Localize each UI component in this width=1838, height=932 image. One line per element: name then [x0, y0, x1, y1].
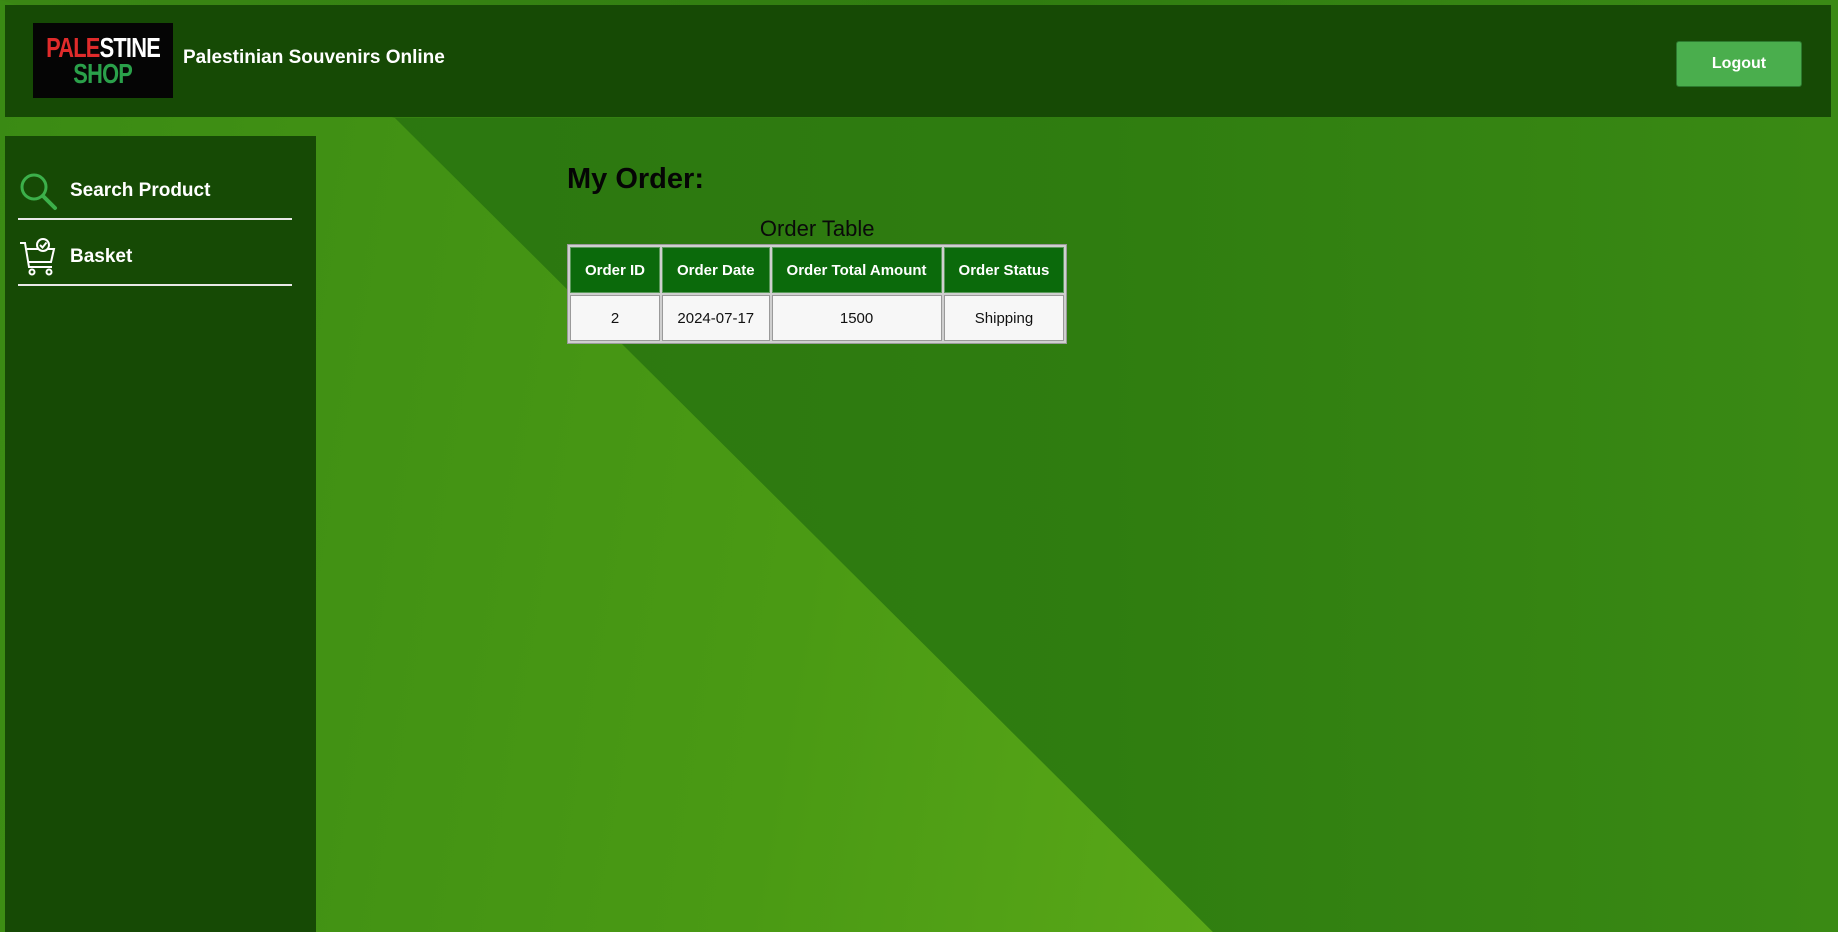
cell-order-id: 2 — [570, 295, 661, 341]
logout-button[interactable]: Logout — [1676, 41, 1802, 87]
order-table-container: Order Table Order ID Order Date Order To… — [567, 216, 1068, 344]
column-header-order-date: Order Date — [662, 247, 770, 293]
logo-text-shop: SHOP — [73, 57, 134, 89]
table-header-row: Order ID Order Date Order Total Amount O… — [570, 247, 1065, 293]
search-icon — [18, 171, 58, 211]
sidebar-item-label: Basket — [70, 246, 133, 267]
site-title: Palestinian Souvenirs Online — [183, 47, 445, 68]
cell-order-total-amount: 1500 — [771, 295, 942, 341]
column-header-order-id: Order ID — [570, 247, 661, 293]
table-row: 2 2024-07-17 1500 Shipping — [570, 295, 1065, 341]
sidebar-item-basket[interactable]: Basket — [18, 230, 292, 286]
cell-order-date: 2024-07-17 — [662, 295, 770, 341]
column-header-order-status: Order Status — [943, 247, 1065, 293]
sidebar-item-search-product[interactable]: Search Product — [18, 164, 292, 220]
cart-icon — [18, 237, 58, 277]
page-title: My Order: — [567, 163, 704, 195]
top-header: PALESTINE SHOP Palestinian Souvenirs Onl… — [5, 5, 1831, 117]
site-logo[interactable]: PALESTINE SHOP — [33, 23, 173, 98]
table-caption: Order Table — [759, 216, 875, 241]
sidebar-item-label: Search Product — [70, 180, 211, 201]
order-table: Order Table Order ID Order Date Order To… — [567, 216, 1068, 344]
cell-order-status: Shipping — [943, 295, 1065, 341]
column-header-order-total-amount: Order Total Amount — [771, 247, 942, 293]
